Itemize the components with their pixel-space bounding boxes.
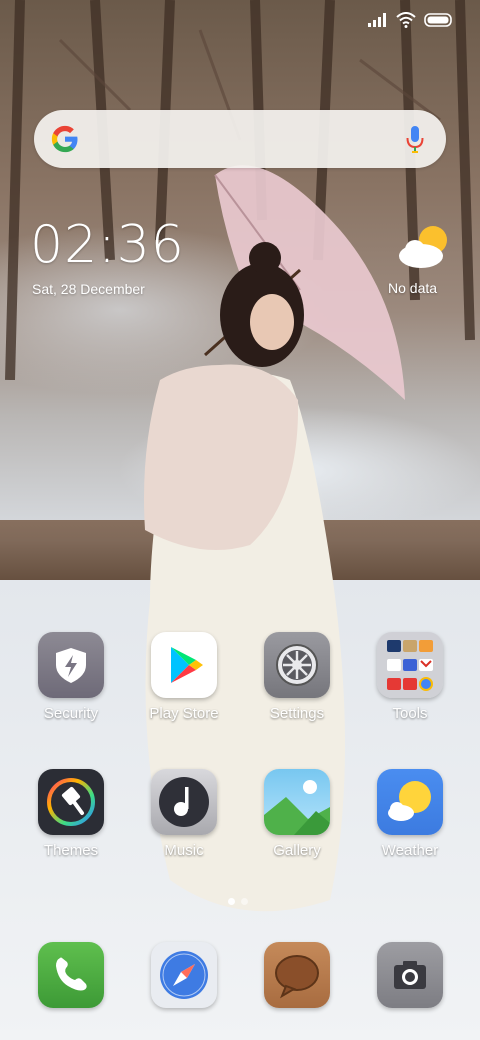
folder-icon <box>377 632 443 698</box>
page-dot <box>241 898 248 905</box>
status-bar <box>368 12 454 28</box>
app-play-store[interactable]: Play Store <box>129 632 239 722</box>
camera-icon <box>377 942 443 1008</box>
google-search-bar[interactable] <box>34 110 446 168</box>
browser-compass-icon <box>151 942 217 1008</box>
messages-icon <box>264 942 330 1008</box>
app-security[interactable]: Security <box>16 632 126 722</box>
shield-lightning-icon <box>38 632 104 698</box>
app-tools-folder[interactable]: Tools <box>355 632 465 722</box>
dock-phone[interactable] <box>16 942 126 1008</box>
play-store-icon <box>151 632 217 698</box>
dock-browser[interactable] <box>129 942 239 1008</box>
phone-icon <box>38 942 104 1008</box>
app-themes[interactable]: Themes <box>16 769 126 859</box>
app-label: Music <box>164 842 204 859</box>
battery-icon <box>424 13 452 27</box>
app-label: Play Store <box>149 705 219 722</box>
app-weather[interactable]: Weather <box>355 769 465 859</box>
gallery-icon <box>264 769 330 835</box>
app-music[interactable]: Music <box>129 769 239 859</box>
page-indicator <box>228 898 248 905</box>
dock-camera[interactable] <box>355 942 465 1008</box>
weather-sun-cloud-icon <box>377 769 443 835</box>
signal-icon <box>368 13 386 27</box>
dock-messages[interactable] <box>242 942 352 1008</box>
wifi-icon <box>396 12 416 28</box>
clock-date[interactable]: Sat, 28 December <box>32 281 145 297</box>
wallpaper-trees <box>5 0 475 380</box>
music-note-icon <box>151 769 217 835</box>
app-label: Gallery <box>273 842 321 859</box>
app-label: Weather <box>381 842 439 859</box>
partly-cloudy-icon <box>399 226 447 268</box>
app-gallery[interactable]: Gallery <box>242 769 352 859</box>
app-settings[interactable]: Settings <box>242 632 352 722</box>
google-logo-icon <box>51 125 78 153</box>
app-label: Tools <box>392 705 428 722</box>
clock-time[interactable]: 02:36 <box>30 215 185 275</box>
app-label: Themes <box>43 842 99 859</box>
app-label: Settings <box>269 705 325 722</box>
page-dot-active <box>228 898 235 905</box>
microphone-icon[interactable] <box>406 126 424 154</box>
weather-widget[interactable] <box>394 224 456 275</box>
app-label: Security <box>43 705 99 722</box>
weather-label[interactable]: No data <box>388 280 437 296</box>
paintbrush-icon <box>38 769 104 835</box>
gear-icon <box>264 632 330 698</box>
